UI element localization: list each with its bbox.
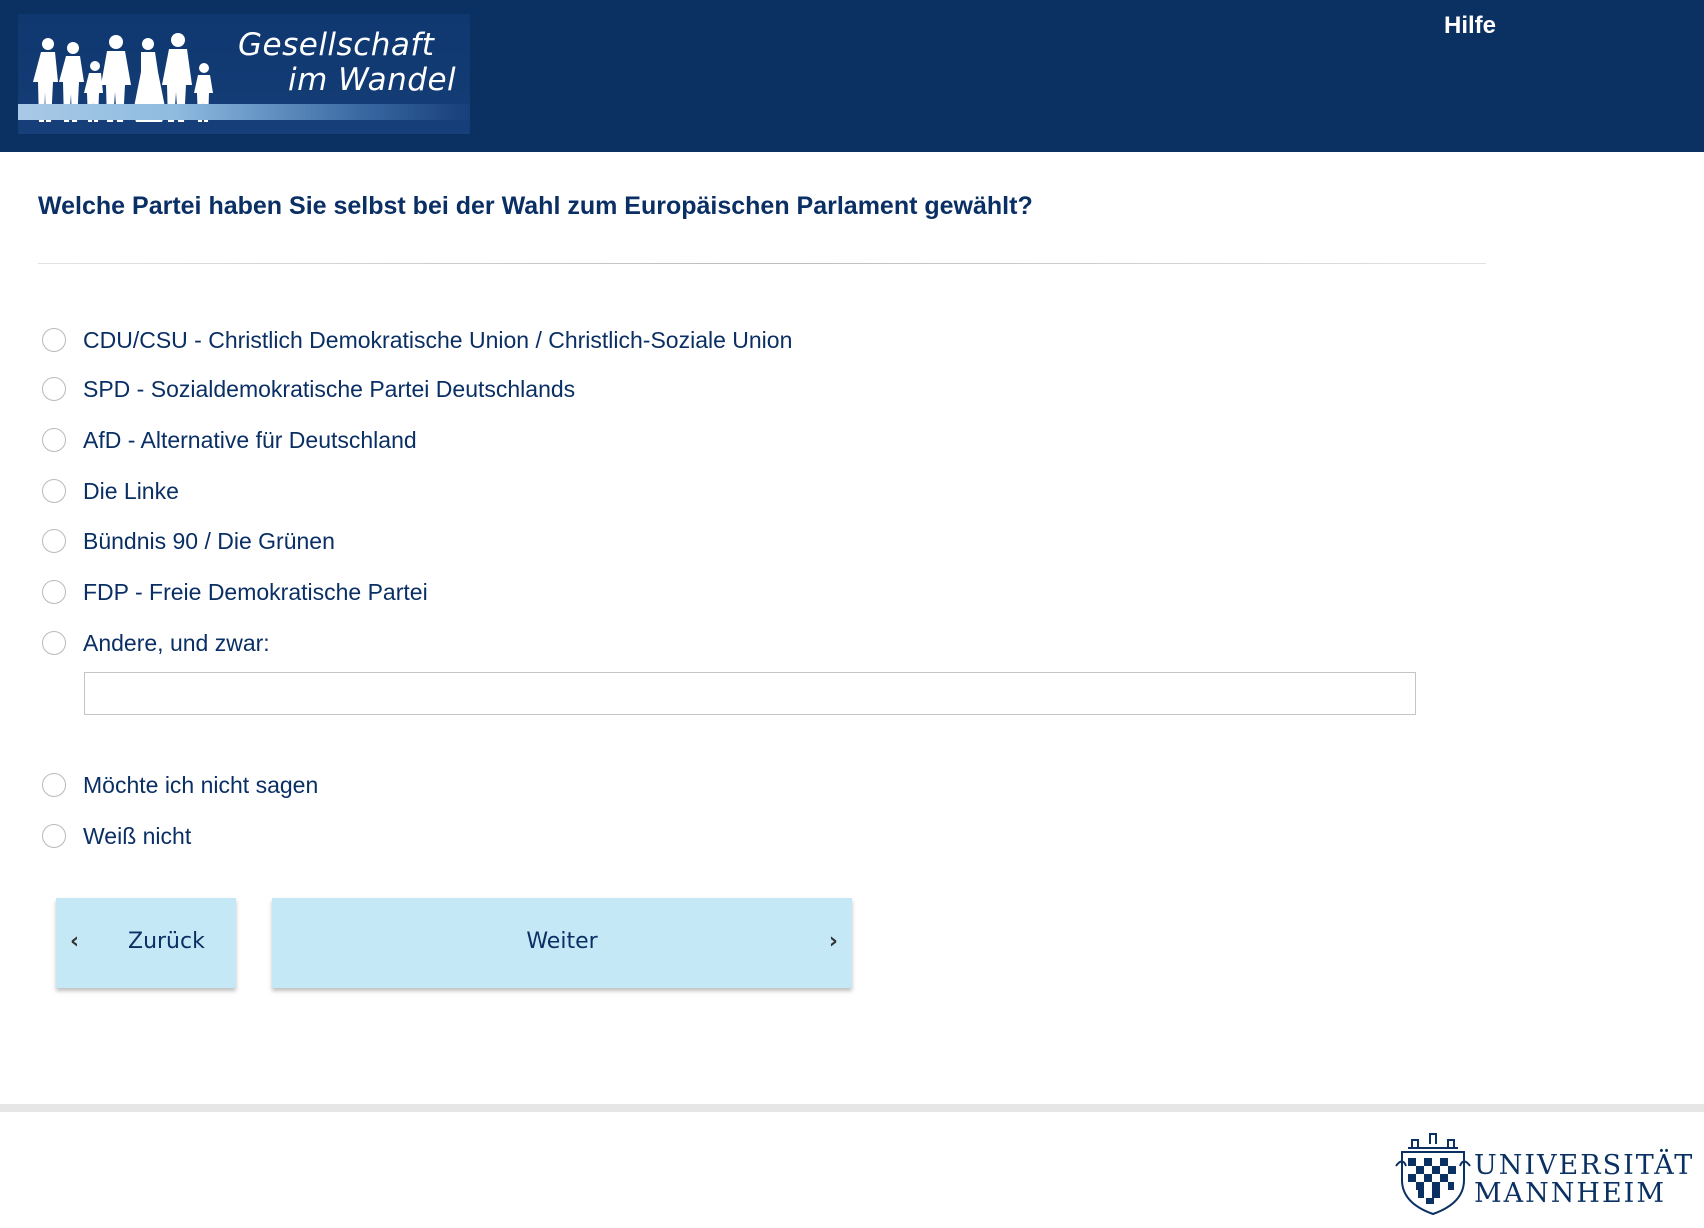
next-button-label: Weiter — [526, 929, 598, 954]
help-link[interactable]: Hilfe — [1444, 12, 1496, 40]
option-label: SPD - Sozialdemokratische Partei Deutsch… — [83, 375, 576, 402]
next-button[interactable]: Weiter › — [272, 898, 852, 988]
radio-button[interactable] — [42, 773, 66, 797]
option-moechte-nicht-sagen[interactable]: Möchte ich nicht sagen — [42, 770, 318, 800]
option-label: Andere, und zwar: — [83, 629, 270, 656]
option-label: Weiß nicht — [83, 822, 192, 849]
question-title: Welche Partei haben Sie selbst bei der W… — [38, 192, 1033, 220]
option-label: Bündnis 90 / Die Grünen — [83, 527, 335, 554]
university-name-line1: UNIVERSITÄT — [1474, 1150, 1695, 1181]
university-crest-icon — [1395, 1133, 1471, 1216]
gesellschaft-im-wandel-logo: Gesellschaft im Wandel — [18, 14, 470, 134]
option-label: FDP - Freie Demokratische Partei — [83, 578, 428, 605]
back-button-label: Zurück — [128, 929, 205, 954]
back-button[interactable]: ‹ Zurück — [56, 898, 236, 988]
option-andere[interactable]: Andere, und zwar: — [42, 628, 270, 658]
option-label: CDU/CSU - Christlich Demokratische Union… — [83, 326, 793, 353]
option-label: AfD - Alternative für Deutschland — [83, 426, 417, 453]
option-die-linke[interactable]: Die Linke — [42, 476, 179, 506]
university-name-line2: MANNHEIM — [1474, 1178, 1666, 1209]
radio-button[interactable] — [42, 580, 66, 604]
radio-button[interactable] — [42, 479, 66, 503]
site-header: Gesellschaft im Wandel Hilfe — [0, 0, 1704, 152]
option-label: Möchte ich nicht sagen — [83, 771, 319, 798]
option-gruene[interactable]: Bündnis 90 / Die Grünen — [42, 526, 335, 556]
option-fdp[interactable]: FDP - Freie Demokratische Partei — [42, 577, 428, 607]
radio-button[interactable] — [42, 529, 66, 553]
divider — [38, 263, 1486, 264]
option-afd[interactable]: AfD - Alternative für Deutschland — [42, 425, 417, 455]
option-spd[interactable]: SPD - Sozialdemokratische Partei Deutsch… — [42, 374, 575, 404]
logo-text-line2: im Wandel — [288, 62, 457, 98]
university-name: UNIVERSITÄT MANNHEIM — [1474, 1152, 1694, 1208]
option-weiss-nicht[interactable]: Weiß nicht — [42, 821, 191, 851]
radio-button[interactable] — [42, 824, 66, 848]
footer-divider — [0, 1104, 1704, 1112]
radio-button[interactable] — [42, 328, 66, 352]
chevron-right-icon: › — [828, 929, 838, 954]
option-cdu-csu[interactable]: CDU/CSU - Christlich Demokratische Union… — [42, 325, 792, 355]
radio-button[interactable] — [42, 631, 66, 655]
option-label: Die Linke — [83, 477, 179, 504]
radio-button[interactable] — [42, 428, 66, 452]
logo-text: Gesellschaft im Wandel — [234, 28, 470, 98]
other-party-input[interactable] — [84, 672, 1416, 715]
logo-text-line1: Gesellschaft — [238, 27, 435, 63]
chevron-left-icon: ‹ — [70, 929, 80, 954]
logo-band — [18, 104, 470, 120]
radio-button[interactable] — [42, 377, 66, 401]
universitaet-mannheim-logo: UNIVERSITÄT MANNHEIM — [1394, 1130, 1694, 1216]
